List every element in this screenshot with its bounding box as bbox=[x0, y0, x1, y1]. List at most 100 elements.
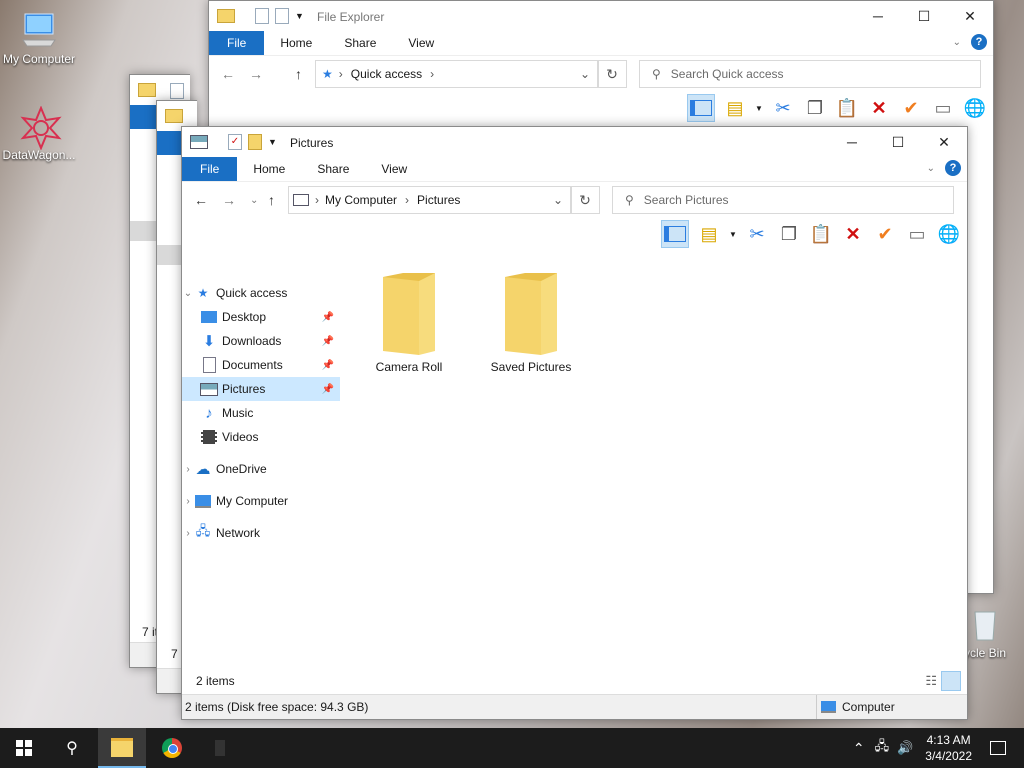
pictures-window[interactable]: ✓ ▼ Pictures ─ ☐ ✕ File Home Share View … bbox=[181, 126, 968, 720]
close-button[interactable]: ✕ bbox=[921, 127, 967, 157]
nav-onedrive[interactable]: › ☁ OneDrive bbox=[182, 457, 340, 481]
paste-icon[interactable]: 📋 bbox=[809, 222, 833, 246]
tab-view[interactable]: View bbox=[392, 31, 450, 55]
tab-share[interactable]: Share bbox=[301, 157, 365, 181]
pin-icon[interactable]: 📌 bbox=[322, 384, 334, 395]
address-bar[interactable]: ★ › Quick access › ⌄ bbox=[315, 60, 599, 88]
paste-icon[interactable]: 📋 bbox=[835, 96, 859, 120]
large-icons-view-icon[interactable] bbox=[941, 671, 961, 691]
up-arrow-icon[interactable]: ↑ bbox=[268, 192, 275, 208]
properties-icon[interactable]: ✓ bbox=[228, 134, 242, 150]
help-icon[interactable]: ? bbox=[971, 34, 987, 50]
chevron-down-icon[interactable]: ⌄ bbox=[553, 193, 563, 207]
notification-icon[interactable] bbox=[990, 741, 1006, 755]
forward-arrow-icon[interactable]: → bbox=[249, 66, 263, 82]
title-bar[interactable]: ✓ ▼ Pictures ─ ☐ ✕ bbox=[182, 127, 967, 157]
properties-icon[interactable] bbox=[255, 8, 269, 24]
nav-item-downloads[interactable]: ⬇ Downloads 📌 bbox=[182, 329, 340, 353]
globe-icon[interactable]: 🌐 bbox=[937, 222, 961, 246]
chevron-right-icon[interactable]: › bbox=[182, 528, 194, 539]
breadcrumb-item[interactable]: Pictures bbox=[417, 193, 460, 207]
nav-item-pictures[interactable]: Pictures 📌 bbox=[182, 377, 340, 401]
folder-item[interactable]: Camera Roll bbox=[354, 271, 464, 374]
folder-item[interactable]: Saved Pictures bbox=[476, 271, 586, 374]
copy-icon[interactable]: ❐ bbox=[803, 96, 827, 120]
check-icon[interactable]: ✔ bbox=[899, 96, 923, 120]
rename-icon[interactable]: ▭ bbox=[931, 96, 955, 120]
pin-icon[interactable]: 📌 bbox=[322, 336, 334, 347]
minimize-button[interactable]: ─ bbox=[855, 1, 901, 31]
tab-view[interactable]: View bbox=[365, 157, 423, 181]
start-button[interactable] bbox=[0, 728, 48, 768]
copy-icon[interactable]: ❐ bbox=[777, 222, 801, 246]
pin-icon[interactable]: 📌 bbox=[322, 360, 334, 371]
help-icon[interactable]: ? bbox=[945, 160, 961, 176]
nav-quick-access[interactable]: ⌄ ★ Quick access bbox=[182, 281, 340, 305]
nav-item-desktop[interactable]: Desktop 📌 bbox=[182, 305, 340, 329]
search-input[interactable]: Search Pictures bbox=[644, 193, 729, 207]
chevron-down-icon[interactable]: ⌄ bbox=[953, 37, 961, 48]
check-icon[interactable]: ✔ bbox=[873, 222, 897, 246]
globe-icon[interactable]: 🌐 bbox=[963, 96, 987, 120]
tab-file[interactable]: File bbox=[209, 31, 265, 55]
tab-home[interactable]: Home bbox=[264, 31, 328, 55]
address-bar[interactable]: › My Computer › Pictures ⌄ bbox=[288, 186, 572, 214]
recent-locations-icon[interactable]: ⌄ bbox=[250, 195, 258, 206]
network-icon[interactable]: 🖧 bbox=[875, 737, 890, 759]
nav-my-computer[interactable]: › My Computer bbox=[182, 489, 340, 513]
pin-icon[interactable]: 📌 bbox=[322, 312, 334, 323]
tab-share[interactable]: Share bbox=[328, 31, 392, 55]
cut-icon[interactable]: ✂ bbox=[745, 222, 769, 246]
delete-icon[interactable]: ✕ bbox=[841, 222, 865, 246]
minimize-button[interactable]: ─ bbox=[829, 127, 875, 157]
chevron-down-icon[interactable]: ⌄ bbox=[927, 163, 935, 174]
tab-file[interactable]: File bbox=[182, 157, 238, 181]
up-arrow-icon[interactable]: ↑ bbox=[295, 66, 302, 82]
chevron-down-icon[interactable]: ▼ bbox=[268, 137, 277, 147]
close-button[interactable]: ✕ bbox=[947, 1, 993, 31]
search-button[interactable]: ⚲ bbox=[48, 728, 96, 768]
search-input[interactable]: Search Quick access bbox=[671, 67, 784, 81]
properties-icon[interactable] bbox=[170, 83, 184, 99]
details-view-icon[interactable]: ☷ bbox=[925, 673, 937, 689]
preview-pane-icon[interactable] bbox=[661, 220, 689, 248]
chevron-down-icon[interactable]: ⌄ bbox=[182, 288, 194, 299]
nav-item-documents[interactable]: Documents 📌 bbox=[182, 353, 340, 377]
taskbar-app[interactable] bbox=[196, 728, 244, 768]
search-box[interactable]: ⚲ Search Pictures bbox=[612, 186, 954, 214]
desktop-icon-my-computer[interactable]: My Computer bbox=[0, 10, 78, 66]
cut-icon[interactable]: ✂ bbox=[771, 96, 795, 120]
chevron-down-icon[interactable]: ⌄ bbox=[580, 67, 590, 81]
back-arrow-icon[interactable]: ← bbox=[194, 192, 208, 208]
refresh-button[interactable]: ↻ bbox=[570, 186, 600, 214]
nav-item-videos[interactable]: Videos bbox=[182, 425, 340, 449]
forward-arrow-icon[interactable]: → bbox=[222, 192, 236, 208]
back-arrow-icon[interactable]: ← bbox=[221, 66, 235, 82]
desktop-icon-datawagon[interactable]: DataWagon... bbox=[0, 105, 78, 162]
taskbar-chrome[interactable] bbox=[148, 728, 196, 768]
breadcrumb-item[interactable]: My Computer bbox=[325, 193, 397, 207]
dropdown-icon[interactable]: ▼ bbox=[729, 222, 737, 246]
chevron-right-icon[interactable]: › bbox=[182, 496, 194, 507]
volume-icon[interactable]: 🔊 bbox=[897, 740, 913, 756]
nav-network[interactable]: › 🖧 Network bbox=[182, 521, 340, 545]
new-folder-icon[interactable] bbox=[275, 8, 289, 24]
nav-item-music[interactable]: ♪ Music bbox=[182, 401, 340, 425]
dropdown-icon[interactable]: ▼ bbox=[755, 96, 763, 120]
chevron-down-icon[interactable]: ▼ bbox=[295, 11, 304, 21]
refresh-button[interactable]: ↻ bbox=[597, 60, 627, 88]
maximize-button[interactable]: ☐ bbox=[901, 1, 947, 31]
chevron-right-icon[interactable]: › bbox=[182, 464, 194, 475]
maximize-button[interactable]: ☐ bbox=[875, 127, 921, 157]
breadcrumb-item[interactable]: Quick access bbox=[351, 67, 422, 81]
tab-home[interactable]: Home bbox=[237, 157, 301, 181]
clock[interactable]: 4:13 AM 3/4/2022 bbox=[925, 732, 972, 764]
delete-icon[interactable]: ✕ bbox=[867, 96, 891, 120]
title-bar[interactable]: ▼ File Explorer ─ ☐ ✕ bbox=[209, 1, 993, 31]
edit-note-icon[interactable]: ▤ bbox=[723, 96, 747, 120]
chevron-up-icon[interactable]: ⌃ bbox=[853, 740, 865, 757]
rename-icon[interactable]: ▭ bbox=[905, 222, 929, 246]
edit-note-icon[interactable]: ▤ bbox=[697, 222, 721, 246]
search-box[interactable]: ⚲ Search Quick access bbox=[639, 60, 981, 88]
new-folder-icon[interactable] bbox=[248, 134, 262, 150]
